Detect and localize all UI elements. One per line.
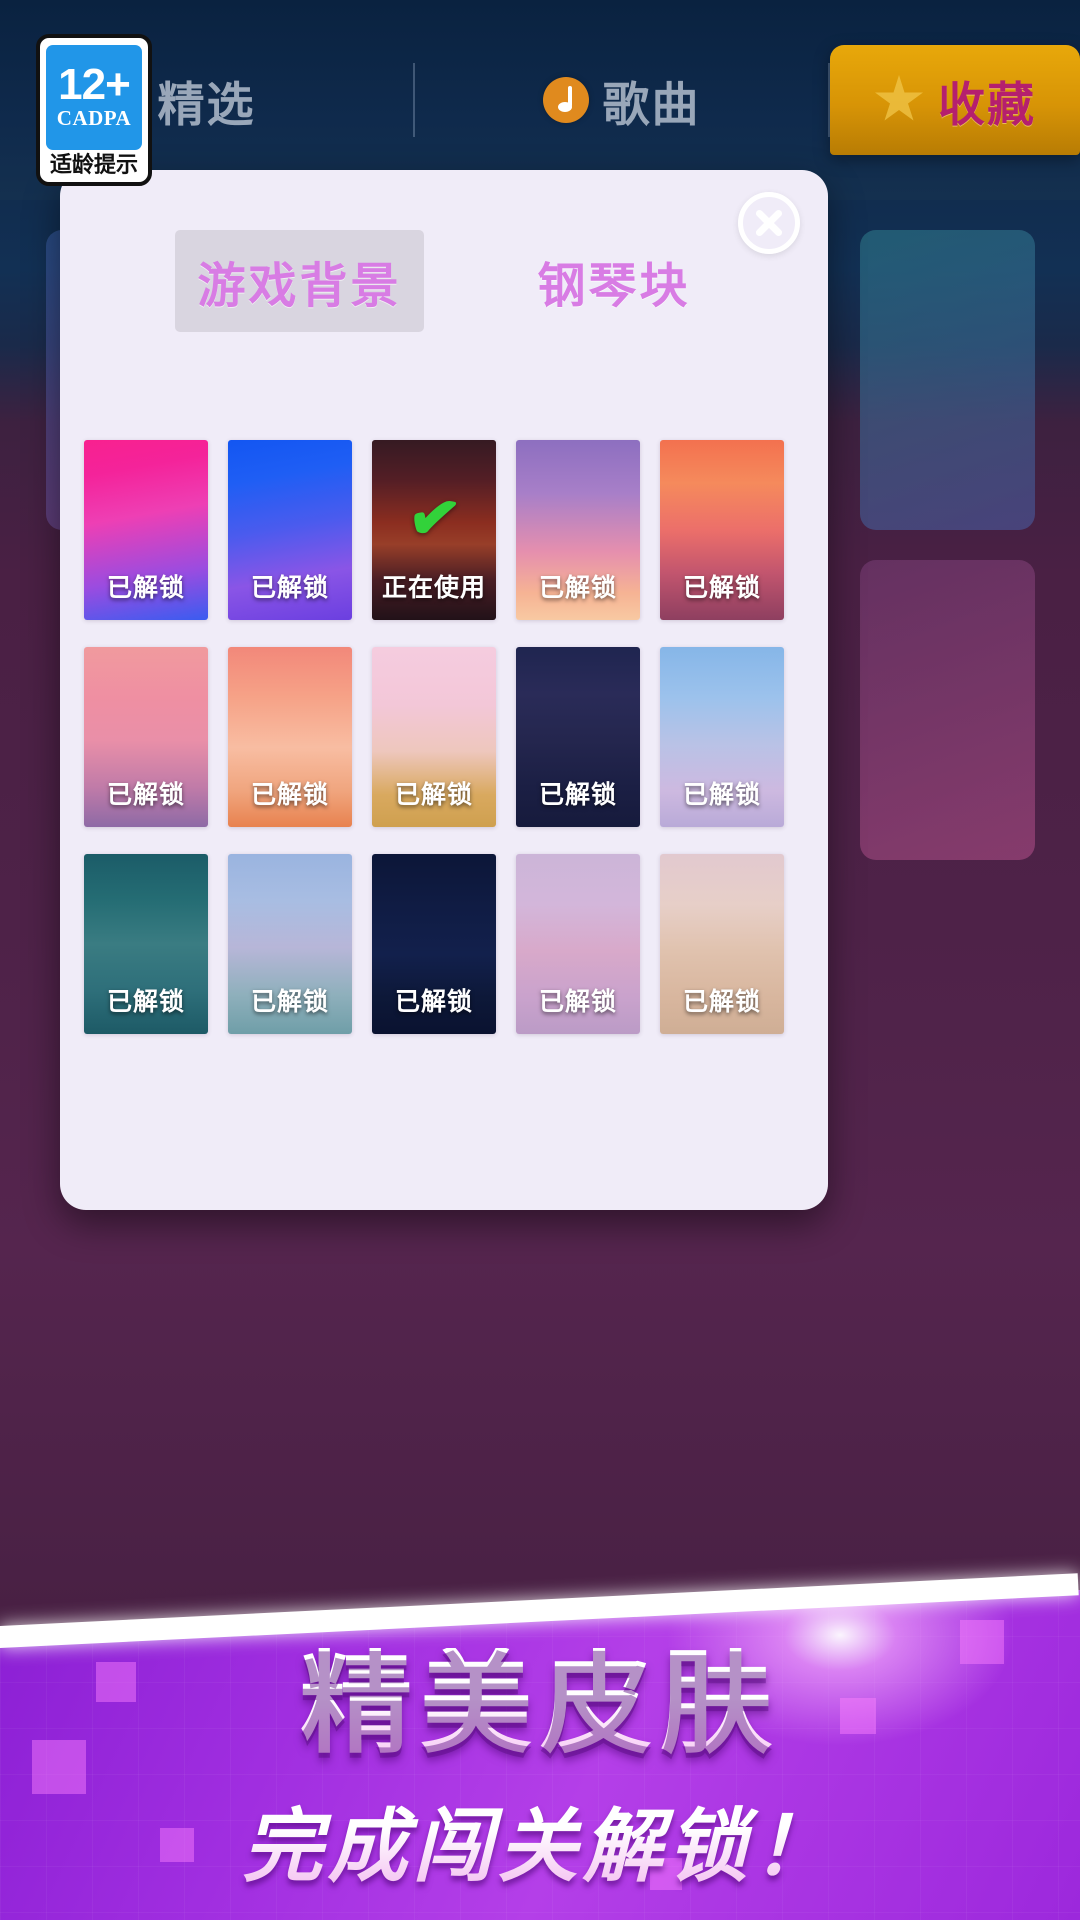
age-rating-tip: 适龄提示 — [49, 152, 138, 177]
skin-thumbnail[interactable]: 已解锁 — [372, 854, 496, 1034]
skin-thumbnail[interactable]: 已解锁 — [516, 647, 640, 827]
skin-thumbnail[interactable]: 已解锁 — [84, 854, 208, 1034]
age-rating-value: 12+ — [58, 59, 131, 109]
skin-status-label: 已解锁 — [682, 988, 761, 1016]
nav-tab-list: 精选 歌曲 收藏 — [0, 45, 1080, 155]
skin-thumbnail[interactable]: 已解锁 — [228, 854, 352, 1034]
skin-status-label: 已解锁 — [106, 988, 185, 1016]
skin-status-label: 已解锁 — [394, 988, 473, 1016]
promo-headline: 精美皮肤 — [0, 1648, 1080, 1760]
skin-status-label: 已解锁 — [106, 574, 185, 602]
skin-status-label: 已解锁 — [538, 574, 617, 602]
age-rating-badge: 12+ CADPA 适龄提示 — [36, 34, 152, 186]
music-note-icon — [542, 77, 589, 123]
star-icon — [875, 75, 923, 121]
skin-status-label: 已解锁 — [394, 781, 473, 809]
skin-thumbnail[interactable]: 已解锁 — [228, 647, 352, 827]
nav-tab-featured-label: 精选 — [157, 77, 256, 131]
age-rating-plate: 12+ CADPA — [46, 45, 142, 150]
skin-status-label: 已解锁 — [250, 574, 329, 602]
nav-tab-songs[interactable]: 歌曲 — [415, 45, 828, 155]
skin-thumbnail[interactable]: 已解锁 — [660, 647, 784, 827]
tab-game-background[interactable]: 游戏背景 — [175, 230, 424, 332]
skin-status-label: 已解锁 — [106, 781, 185, 809]
skin-grid-row: 已解锁 已解锁 ✔ 正在使用 已解锁 已解锁 — [84, 440, 804, 620]
skin-thumbnail[interactable]: 已解锁 — [660, 440, 784, 620]
skin-status-label: 已解锁 — [682, 574, 761, 602]
nav-tab-songs-label: 歌曲 — [602, 77, 701, 131]
nav-tab-favorites-label: 收藏 — [938, 77, 1036, 131]
skin-status-label: 已解锁 — [538, 781, 617, 809]
skin-grid-row: 已解锁 已解锁 已解锁 已解锁 已解锁 — [84, 647, 804, 827]
skin-status-label: 已解锁 — [250, 988, 329, 1016]
skin-selection-modal: 游戏背景 钢琴块 已解锁 已解锁 ✔ 正在使用 已解锁 已解锁 已解锁 已解锁 已解锁 已解锁 已解… — [60, 170, 828, 1210]
skin-thumbnail[interactable]: 已解锁 — [660, 854, 784, 1034]
nav-tab-favorites[interactable]: 收藏 — [830, 45, 1080, 155]
skin-thumbnail[interactable]: 已解锁 — [516, 440, 640, 620]
skin-status-label: 正在使用 — [381, 574, 486, 602]
skin-thumbnail[interactable]: 已解锁 — [372, 647, 496, 827]
skin-thumbnail[interactable]: 已解锁 — [84, 440, 208, 620]
skin-status-label: 已解锁 — [682, 781, 761, 809]
skin-status-label: 已解锁 — [538, 988, 617, 1016]
age-rating-org: CADPA — [56, 106, 132, 131]
modal-tab-bar: 游戏背景 钢琴块 — [60, 230, 828, 332]
skin-thumbnail[interactable]: 已解锁 — [84, 647, 208, 827]
skin-grid: 已解锁 已解锁 ✔ 正在使用 已解锁 已解锁 已解锁 已解锁 已解锁 已解锁 已解锁 已解锁 已解锁 已解… — [60, 440, 828, 1034]
skin-thumbnail[interactable]: ✔ 正在使用 — [372, 440, 496, 620]
ghost-song-card — [860, 230, 1035, 530]
check-icon: ✔ — [403, 480, 465, 557]
promo-subheadline: 完成闯关解锁！ — [0, 1782, 1080, 1898]
skin-status-label: 已解锁 — [250, 781, 329, 809]
skin-thumbnail[interactable]: 已解锁 — [228, 440, 352, 620]
tab-piano-tiles[interactable]: 钢琴块 — [516, 230, 713, 332]
skin-grid-row: 已解锁 已解锁 已解锁 已解锁 已解锁 — [84, 854, 804, 1034]
ghost-song-card — [860, 560, 1035, 860]
skin-thumbnail[interactable]: 已解锁 — [516, 854, 640, 1034]
